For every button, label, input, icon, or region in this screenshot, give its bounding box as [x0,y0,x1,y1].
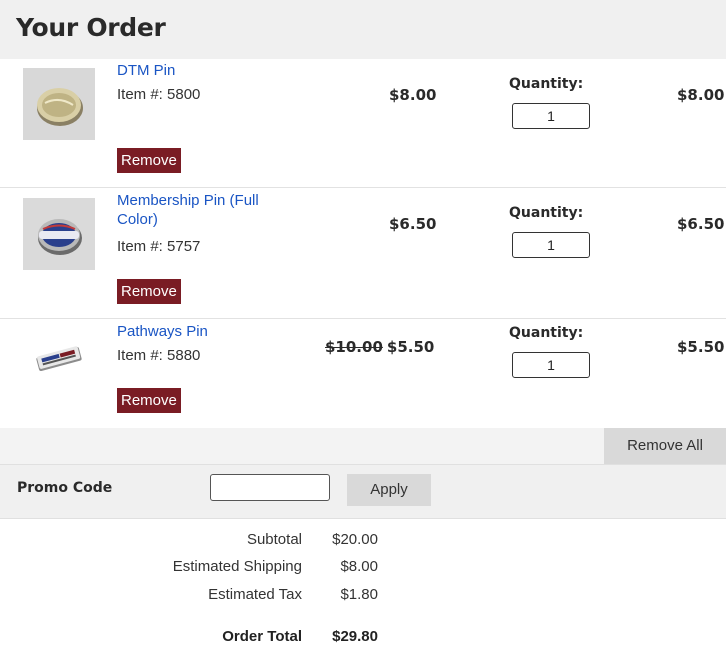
unit-price: $6.50 [389,215,436,233]
shipping-value: $8.00 [340,558,378,575]
unit-price: $8.00 [389,86,436,104]
promo-section: Promo Code Apply [0,464,726,519]
promo-code-input[interactable] [210,474,330,501]
subtotal-label: Subtotal [246,531,302,548]
unit-price: $10.00 $5.50 [325,338,434,356]
product-name-link[interactable]: DTM Pin [117,61,317,80]
cart-item: DTM Pin Item #: 5800 Remove $8.00 Quanti… [0,59,726,188]
line-total: $5.50 [677,338,725,356]
order-total-value: $29.80 [332,628,378,645]
shipping-label: Estimated Shipping [172,558,302,575]
promo-label: Promo Code [17,480,113,496]
remove-button[interactable]: Remove [117,279,181,304]
item-number: Item #: 5880 [117,347,201,364]
line-total: $8.00 [677,86,725,104]
price-value: $8.00 [389,86,437,104]
remove-button[interactable]: Remove [117,148,181,173]
product-image [23,198,95,270]
product-image [23,68,95,140]
cart-item: Membership Pin (Full Color) Item #: 5757… [0,188,726,319]
cart-item: Pathways Pin Item #: 5880 Remove $10.00 $… [0,319,726,428]
product-name-link[interactable]: Pathways Pin [117,322,317,341]
subtotal-value: $20.00 [332,531,378,548]
line-total: $6.50 [677,215,725,233]
order-header: Your Order [0,0,726,59]
remove-button[interactable]: Remove [117,388,181,413]
quantity-input[interactable]: 1 [512,352,590,378]
product-name-link[interactable]: Membership Pin (Full Color) [117,191,317,229]
product-image [23,325,95,397]
apply-button[interactable]: Apply [347,474,431,506]
quantity-label: Quantity: [509,205,584,221]
price-value: $6.50 [389,215,437,233]
item-number: Item #: 5757 [117,238,201,255]
order-total-label: Order Total [222,628,302,645]
quantity-input[interactable]: 1 [512,232,590,258]
quantity-label: Quantity: [509,325,584,341]
remove-all-button[interactable]: Remove All [604,428,726,464]
original-price: $10.00 [325,338,383,356]
item-number: Item #: 5800 [117,86,201,103]
quantity-input[interactable]: 1 [512,103,590,129]
quantity-label: Quantity: [509,76,584,92]
tax-value: $1.80 [340,586,378,603]
price-value: $5.50 [386,338,435,356]
product-name-line: Color) [117,211,158,228]
page-title: Your Order [16,13,166,42]
tax-label: Estimated Tax [208,586,302,603]
product-name-line: Membership Pin (Full [117,192,259,209]
